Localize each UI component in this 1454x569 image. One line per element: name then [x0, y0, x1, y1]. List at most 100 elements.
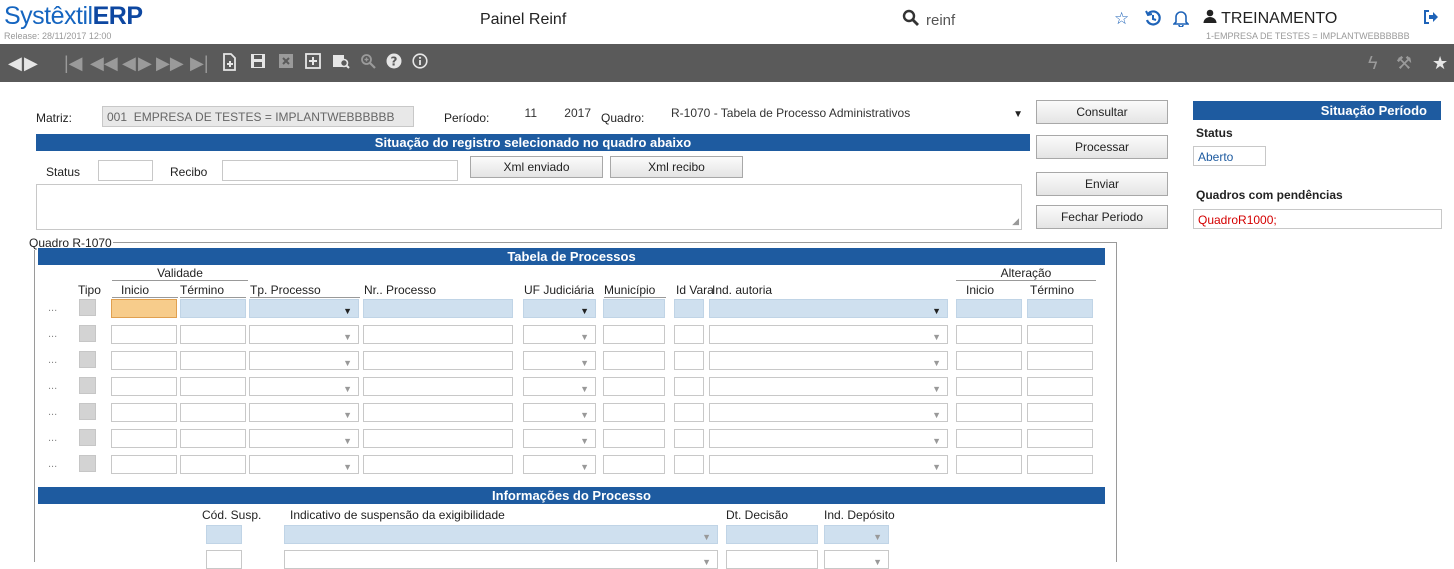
- uf-judiciaria-select[interactable]: ▼: [523, 455, 596, 474]
- info-icon[interactable]: [412, 53, 428, 73]
- inicio-input[interactable]: [111, 377, 177, 396]
- municipio-input[interactable]: [603, 377, 665, 396]
- star-icon[interactable]: ☆: [1114, 9, 1129, 29]
- tp-processo-select[interactable]: ▼: [249, 351, 359, 370]
- ind-autoria-select[interactable]: ▼: [709, 455, 948, 474]
- nav-back-icon[interactable]: ◀: [8, 53, 22, 73]
- row-marker[interactable]: ...: [48, 432, 57, 444]
- tipo-checkbox[interactable]: [79, 325, 96, 342]
- alt-termino-input[interactable]: [1027, 351, 1093, 370]
- id-vara-input[interactable]: [674, 299, 704, 318]
- next-record-icon[interactable]: ▶: [138, 53, 152, 73]
- id-vara-input[interactable]: [674, 377, 704, 396]
- alt-inicio-input[interactable]: [956, 351, 1022, 370]
- resize-grip-icon[interactable]: ◢: [1012, 213, 1019, 229]
- nr-processo-input[interactable]: [363, 351, 513, 370]
- ind-autoria-select[interactable]: ▼: [709, 351, 948, 370]
- inicio-input[interactable]: [111, 429, 177, 448]
- municipio-input[interactable]: [603, 325, 665, 344]
- search-icon[interactable]: [902, 9, 920, 32]
- xml-enviado-button[interactable]: Xml enviado: [470, 156, 603, 178]
- municipio-input[interactable]: [603, 455, 665, 474]
- row-marker[interactable]: ...: [48, 354, 57, 366]
- inicio-input[interactable]: [111, 325, 177, 344]
- bell-icon[interactable]: [1172, 9, 1190, 32]
- quadro-select[interactable]: R-1070 - Tabela de Processo Administrati…: [666, 102, 1030, 124]
- termino-input[interactable]: [180, 455, 246, 474]
- help-icon[interactable]: ?: [386, 53, 402, 73]
- nav-forward-icon[interactable]: ▶: [24, 53, 38, 73]
- alt-inicio-input[interactable]: [956, 299, 1022, 318]
- nr-processo-input[interactable]: [363, 403, 513, 422]
- indicativo-select[interactable]: ▼: [284, 525, 718, 544]
- zoom-icon[interactable]: [360, 53, 376, 73]
- app-logo[interactable]: SystêxtilERP: [4, 3, 143, 29]
- id-vara-input[interactable]: [674, 351, 704, 370]
- user-menu[interactable]: TREINAMENTO: [1203, 9, 1337, 28]
- termino-input[interactable]: [180, 351, 246, 370]
- alt-termino-input[interactable]: [1027, 455, 1093, 474]
- alt-termino-input[interactable]: [1027, 299, 1093, 318]
- termino-input[interactable]: [180, 299, 246, 318]
- save-icon[interactable]: [250, 53, 266, 73]
- alt-termino-input[interactable]: [1027, 403, 1093, 422]
- tipo-checkbox[interactable]: [79, 351, 96, 368]
- fast-forward-icon[interactable]: ▶▶: [156, 53, 184, 73]
- id-vara-input[interactable]: [674, 403, 704, 422]
- row-marker[interactable]: ...: [48, 406, 57, 418]
- alt-termino-input[interactable]: [1027, 325, 1093, 344]
- last-record-icon[interactable]: ▶|: [190, 53, 209, 73]
- termino-input[interactable]: [180, 377, 246, 396]
- uf-judiciaria-select[interactable]: ▼: [523, 377, 596, 396]
- municipio-input[interactable]: [603, 429, 665, 448]
- tp-processo-select[interactable]: ▼: [249, 403, 359, 422]
- tipo-checkbox[interactable]: [79, 403, 96, 420]
- row-marker[interactable]: ...: [48, 328, 57, 340]
- inicio-input[interactable]: [111, 455, 177, 474]
- ind-autoria-select[interactable]: ▼: [709, 377, 948, 396]
- new-record-icon[interactable]: [222, 53, 238, 75]
- search-input[interactable]: reinf: [926, 12, 955, 29]
- logout-icon[interactable]: [1423, 9, 1439, 30]
- nr-processo-input[interactable]: [363, 299, 513, 318]
- periodo-ano-input[interactable]: 2017: [548, 102, 596, 123]
- alt-termino-input[interactable]: [1027, 429, 1093, 448]
- previous-record-icon[interactable]: ◀: [122, 53, 136, 73]
- termino-input[interactable]: [180, 325, 246, 344]
- termino-input[interactable]: [180, 429, 246, 448]
- row-marker[interactable]: ...: [48, 302, 57, 314]
- alt-inicio-input[interactable]: [956, 325, 1022, 344]
- alt-termino-input[interactable]: [1027, 377, 1093, 396]
- tp-processo-select[interactable]: ▼: [249, 377, 359, 396]
- tp-processo-select[interactable]: ▼: [249, 455, 359, 474]
- id-vara-input[interactable]: [674, 455, 704, 474]
- inicio-input[interactable]: [111, 351, 177, 370]
- municipio-input[interactable]: [603, 351, 665, 370]
- fechar-periodo-button[interactable]: Fechar Periodo: [1036, 205, 1168, 229]
- message-textarea[interactable]: ◢: [36, 184, 1022, 230]
- alt-inicio-input[interactable]: [956, 403, 1022, 422]
- id-vara-input[interactable]: [674, 325, 704, 344]
- ind-autoria-select[interactable]: ▼: [709, 325, 948, 344]
- tipo-checkbox[interactable]: [79, 429, 96, 446]
- uf-judiciaria-select[interactable]: ▼: [523, 299, 596, 318]
- find-icon[interactable]: [332, 53, 350, 73]
- alt-inicio-input[interactable]: [956, 377, 1022, 396]
- nr-processo-input[interactable]: [363, 455, 513, 474]
- alt-inicio-input[interactable]: [956, 429, 1022, 448]
- tipo-checkbox[interactable]: [79, 455, 96, 472]
- ind-autoria-select[interactable]: ▼: [709, 429, 948, 448]
- municipio-input[interactable]: [603, 403, 665, 422]
- first-record-icon[interactable]: |◀: [64, 53, 83, 73]
- tp-processo-select[interactable]: ▼: [249, 299, 359, 318]
- favorite-icon[interactable]: ★: [1432, 53, 1448, 73]
- dt-decisao-input[interactable]: [726, 525, 818, 544]
- tools-icon[interactable]: ⚒: [1396, 53, 1412, 73]
- tp-processo-select[interactable]: ▼: [249, 429, 359, 448]
- xml-recibo-button[interactable]: Xml recibo: [610, 156, 743, 178]
- cod-susp-input[interactable]: [206, 525, 242, 544]
- inicio-input[interactable]: [111, 403, 177, 422]
- enviar-button[interactable]: Enviar: [1036, 172, 1168, 196]
- ind-autoria-select[interactable]: ▼: [709, 403, 948, 422]
- consultar-button[interactable]: Consultar: [1036, 100, 1168, 124]
